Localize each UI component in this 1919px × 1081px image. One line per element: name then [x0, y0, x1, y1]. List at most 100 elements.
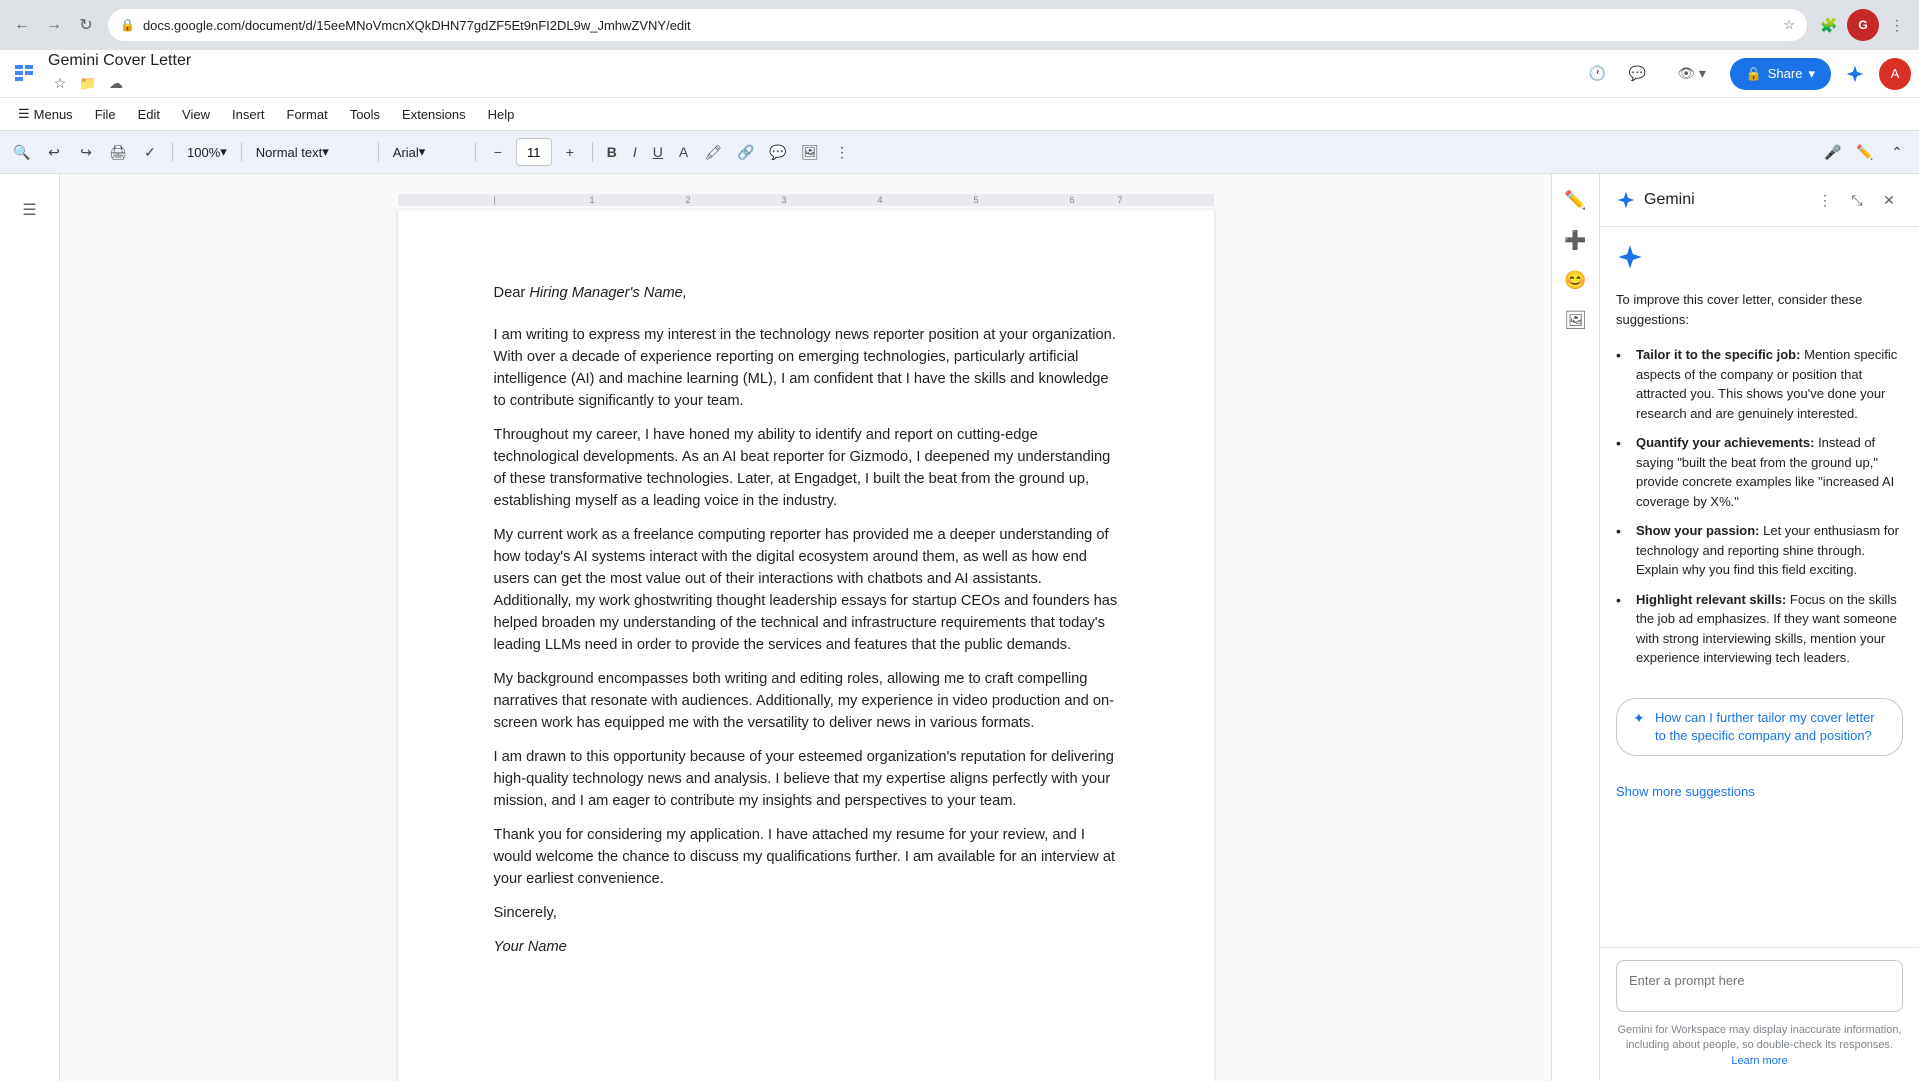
- zoom-select[interactable]: 100% ▾: [181, 138, 233, 166]
- toolbar-separator-2: [241, 142, 242, 162]
- style-select[interactable]: Normal text ▾: [250, 138, 370, 166]
- doc-salutation: Dear Hiring Manager's Name,: [494, 282, 1118, 304]
- show-more-button[interactable]: Show more suggestions: [1616, 776, 1903, 807]
- bookmark-icon: ☆: [1783, 17, 1795, 33]
- comments-button[interactable]: 💬: [1622, 58, 1654, 90]
- zoom-dropdown-icon: ▾: [220, 144, 227, 160]
- gemini-footer: Gemini for Workspace may display inaccur…: [1600, 947, 1919, 1081]
- link-button[interactable]: 🔗: [732, 138, 760, 166]
- menu-edit[interactable]: Edit: [128, 103, 170, 126]
- gemini-intro-text: To improve this cover letter, consider t…: [1616, 290, 1903, 329]
- prompt-input[interactable]: [1616, 960, 1903, 1012]
- add-tool-button[interactable]: ➕: [1558, 222, 1594, 258]
- style-dropdown-icon: ▾: [322, 144, 329, 160]
- bullet-4: •: [1616, 590, 1628, 611]
- font-size-decrease[interactable]: −: [484, 138, 512, 166]
- suggestion-4-bold: Highlight relevant skills:: [1636, 592, 1790, 607]
- suggestion-4: • Highlight relevant skills: Focus on th…: [1616, 590, 1903, 668]
- folder-button[interactable]: 📁: [76, 72, 100, 96]
- suggestion-chip[interactable]: ✦ How can I further tailor my cover lett…: [1616, 698, 1903, 756]
- menu-help[interactable]: Help: [478, 103, 525, 126]
- back-button[interactable]: ←: [8, 11, 36, 39]
- search-button[interactable]: 🔍: [8, 138, 36, 166]
- underline-button[interactable]: U: [647, 138, 669, 166]
- menu-file[interactable]: File: [85, 103, 126, 126]
- menu-button[interactable]: ⋮: [1883, 11, 1911, 39]
- image-tool-button[interactable]: 🖼: [1558, 302, 1594, 338]
- suggestion-1: • Tailor it to the specific job: Mention…: [1616, 345, 1903, 423]
- highlight-button[interactable]: 🖍: [698, 138, 728, 166]
- cloud-button[interactable]: ☁: [104, 72, 128, 96]
- extensions-button[interactable]: 🧩: [1815, 11, 1843, 39]
- bold-button[interactable]: B: [601, 138, 623, 166]
- gemini-panel: Gemini ⋮ ⤡ ✕ To improve this cover lette…: [1599, 174, 1919, 1081]
- share-label: Share: [1768, 66, 1803, 81]
- profile-button[interactable]: G: [1847, 9, 1879, 41]
- suggestion-1-text: Tailor it to the specific job: Mention s…: [1636, 345, 1903, 423]
- menu-tools[interactable]: Tools: [340, 103, 390, 126]
- emoji-tool-button[interactable]: 😊: [1558, 262, 1594, 298]
- menu-view[interactable]: View: [172, 103, 220, 126]
- lock-icon: 🔒: [120, 18, 135, 32]
- italic-button[interactable]: I: [627, 138, 643, 166]
- gemini-expand-button[interactable]: ⤡: [1843, 186, 1871, 214]
- address-bar-url: docs.google.com/document/d/15eeMNoVmcnXQ…: [143, 18, 1775, 33]
- menu-format[interactable]: Format: [277, 103, 338, 126]
- doc-title[interactable]: Gemini Cover Letter: [48, 52, 191, 70]
- viewing-mode-button[interactable]: 👁 ▾: [1662, 58, 1722, 90]
- doc-para-6[interactable]: Thank you for considering my application…: [494, 824, 1118, 890]
- doc-para-5[interactable]: I am drawn to this opportunity because o…: [494, 746, 1118, 812]
- gemini-panel-header: Gemini ⋮ ⤡ ✕: [1600, 174, 1919, 227]
- doc-para-1[interactable]: I am writing to express my interest in t…: [494, 324, 1118, 412]
- print-button[interactable]: 🖨: [104, 138, 132, 166]
- style-value: Normal text: [256, 145, 322, 160]
- menu-insert[interactable]: Insert: [222, 103, 275, 126]
- font-select[interactable]: Arial ▾: [387, 138, 467, 166]
- app-logo: [8, 58, 40, 90]
- avatar-button[interactable]: A: [1879, 58, 1911, 90]
- zoom-value: 100%: [187, 145, 220, 160]
- more-toolbar-button[interactable]: ⋮: [828, 138, 856, 166]
- learn-more-link[interactable]: Learn more: [1731, 1055, 1787, 1067]
- gemini-body: To improve this cover letter, consider t…: [1600, 227, 1919, 947]
- smart-compose-button[interactable]: ✏️: [1851, 138, 1879, 166]
- outline-button[interactable]: ☰: [14, 194, 46, 226]
- text-color-button[interactable]: A: [673, 138, 694, 166]
- suggestion-4-text: Highlight relevant skills: Focus on the …: [1636, 590, 1903, 668]
- toolbar: 🔍 ↩ ↪ 🖨 ✓ 100% ▾ Normal text ▾ Arial ▾ −…: [0, 130, 1919, 174]
- redo-button[interactable]: ↪: [72, 138, 100, 166]
- toolbar-separator-1: [172, 142, 173, 162]
- menus-button[interactable]: ☰ Menus: [8, 102, 83, 126]
- doc-para-3[interactable]: My current work as a freelance computing…: [494, 524, 1118, 656]
- suggestion-2-text: Quantify your achievements: Instead of s…: [1636, 433, 1903, 511]
- chip-text: How can I further tailor my cover letter…: [1655, 709, 1886, 745]
- ruler-track: | 1 2 3 4 5 6 7: [398, 194, 1214, 206]
- address-bar[interactable]: 🔒 docs.google.com/document/d/15eeMNoVmcn…: [108, 9, 1807, 41]
- spell-check-button[interactable]: ✓: [136, 138, 164, 166]
- share-button[interactable]: 🔒 Share ▾: [1730, 58, 1831, 90]
- gemini-more-button[interactable]: ⋮: [1811, 186, 1839, 214]
- forward-button[interactable]: →: [40, 11, 68, 39]
- image-button[interactable]: 🖼: [796, 138, 824, 166]
- font-value: Arial: [393, 145, 419, 160]
- doc-area[interactable]: | 1 2 3 4 5 6 7 Dear Hiring Manager's Na…: [60, 174, 1551, 1081]
- font-size-increase[interactable]: +: [556, 138, 584, 166]
- doc-para-2[interactable]: Throughout my career, I have honed my ab…: [494, 424, 1118, 512]
- gemini-close-button[interactable]: ✕: [1875, 186, 1903, 214]
- menu-extensions[interactable]: Extensions: [392, 103, 476, 126]
- history-button[interactable]: 🕐: [1582, 58, 1614, 90]
- gemini-header-actions: ⋮ ⤡ ✕: [1811, 186, 1903, 214]
- undo-button[interactable]: ↩: [40, 138, 68, 166]
- gemini-btn-header[interactable]: [1839, 58, 1871, 90]
- doc-para-4[interactable]: My background encompasses both writing a…: [494, 668, 1118, 734]
- refresh-button[interactable]: ↻: [72, 11, 100, 39]
- collapse-toolbar-button[interactable]: ⌃: [1883, 138, 1911, 166]
- star-button[interactable]: ☆: [48, 72, 72, 96]
- comment-button[interactable]: 💬: [764, 138, 792, 166]
- browser-chrome: ← → ↻ 🔒 docs.google.com/document/d/15eeM…: [0, 0, 1919, 50]
- edit-tool-button[interactable]: ✏️: [1558, 182, 1594, 218]
- suggestion-3: • Show your passion: Let your enthusiasm…: [1616, 521, 1903, 580]
- font-size-input[interactable]: [516, 138, 552, 166]
- voice-input-button[interactable]: 🎤: [1819, 138, 1847, 166]
- bullet-3: •: [1616, 521, 1628, 542]
